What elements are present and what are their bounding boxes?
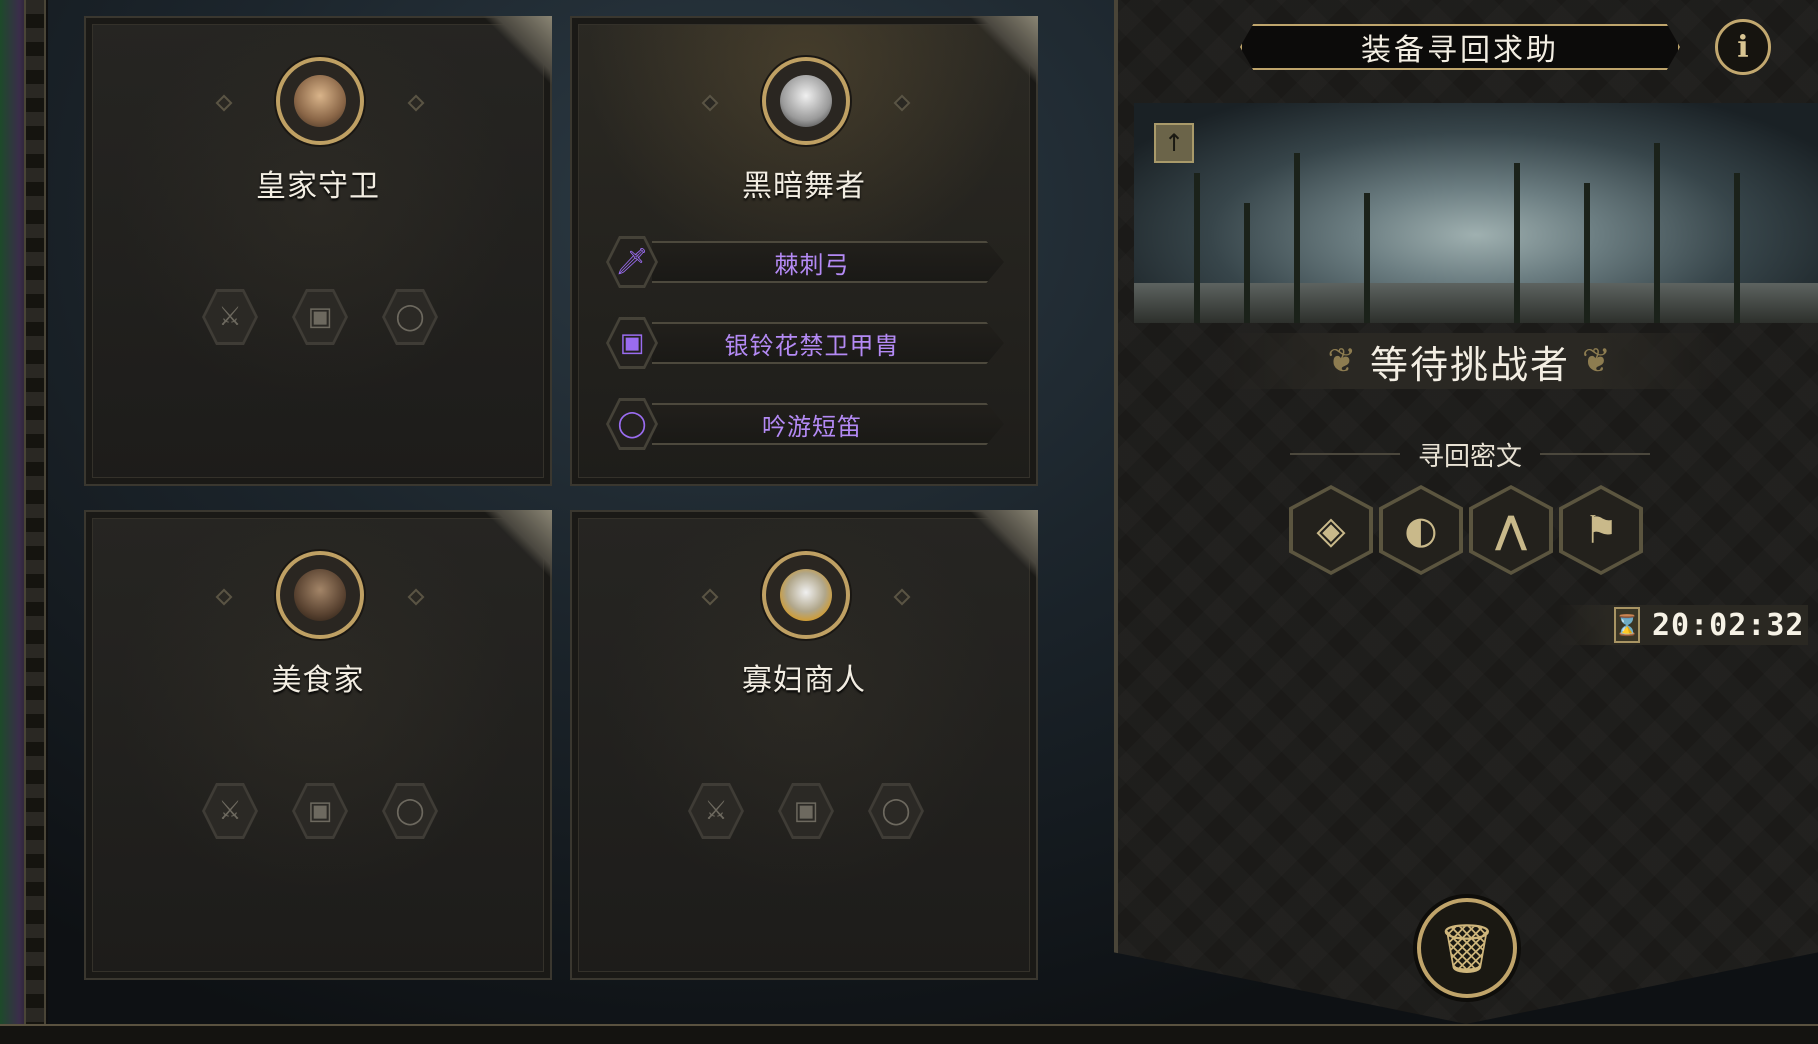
portrait-image <box>780 75 832 127</box>
diamond-ornament-left <box>701 94 719 112</box>
equipment-name: 棘刺弓 <box>774 250 850 279</box>
info-icon: i <box>1737 29 1749 65</box>
empty-accessory-slot[interactable]: ◯ <box>382 289 438 345</box>
armor-icon: ▣ <box>619 328 645 358</box>
left-decorative-border <box>0 0 48 1044</box>
scene-ground <box>1134 283 1818 323</box>
armor-icon: ▣ <box>307 796 333 826</box>
sword-icon: ⚔ <box>218 796 242 826</box>
diamond-ornament-right <box>407 588 425 606</box>
empty-armor-slot[interactable]: ▣ <box>292 783 348 839</box>
character-card-dark-dancer[interactable]: 黑暗舞者 🗡 棘刺弓 ▣ 银铃花禁卫甲胄 ◯ 吟游短笛 <box>570 16 1038 486</box>
equipment-row-armor[interactable]: ▣ 银铃花禁卫甲胄 <box>606 317 1006 369</box>
diamond-ornament-right <box>893 94 911 112</box>
equipment-icon-frame: ▣ <box>606 317 658 369</box>
character-name: 寡妇商人 <box>742 663 866 698</box>
page-fold-corner <box>968 16 1038 86</box>
hourglass-icon: ⌛ <box>1614 607 1640 643</box>
diamond-ornament-left <box>215 94 233 112</box>
ring-icon: ◯ <box>617 409 647 439</box>
divider-line <box>1289 453 1400 455</box>
delete-button[interactable]: 🗑 <box>1417 898 1517 998</box>
trash-icon: 🗑 <box>1436 920 1498 977</box>
diamond-ornament-left <box>215 588 233 606</box>
empty-weapon-slot[interactable]: ⚔ <box>688 783 744 839</box>
scene-plant <box>1244 203 1250 323</box>
character-name: 皇家守卫 <box>256 169 380 204</box>
avatar <box>762 551 850 639</box>
portrait-image <box>294 75 346 127</box>
page-fold-corner <box>968 510 1038 580</box>
empty-weapon-slot[interactable]: ⚔ <box>202 783 258 839</box>
timer-value: 20:02:32 <box>1652 607 1805 643</box>
character-name: 黑暗舞者 <box>742 169 866 204</box>
divider-line <box>1540 453 1650 455</box>
info-button[interactable]: i <box>1715 19 1771 75</box>
character-card-widow-merchant[interactable]: 寡妇商人 ⚔ ▣ ◯ <box>570 510 1038 980</box>
equipment-name: 银铃花禁卫甲胄 <box>724 331 900 360</box>
panel-title-frame: 装备寻回求助 <box>1240 24 1680 70</box>
empty-armor-slot[interactable]: ▣ <box>778 783 834 839</box>
empty-accessory-slot[interactable]: ◯ <box>868 783 924 839</box>
armor-icon: ▣ <box>307 302 333 332</box>
avatar <box>276 551 364 639</box>
ring-icon: ◯ <box>881 796 911 826</box>
diamond-ornament-left <box>701 588 719 606</box>
equipment-row-weapon[interactable]: 🗡 棘刺弓 <box>606 236 1006 288</box>
sword-icon: ⚔ <box>218 302 242 332</box>
sword-icon: 🗡 <box>615 247 649 277</box>
equipment-icon-frame: 🗡 <box>606 236 658 288</box>
location-scene-image: ↑ <box>1134 103 1818 323</box>
character-card-gourmet[interactable]: 美食家 ⚔ ▣ ◯ <box>84 510 552 980</box>
cipher-header: 寻回密文 <box>1280 437 1660 472</box>
scene-plant <box>1734 173 1740 323</box>
diamond-ornament-right <box>893 588 911 606</box>
character-card-royal-guard[interactable]: 皇家守卫 ⚔ ▣ ◯ <box>84 16 552 486</box>
ring-icon: ◯ <box>395 796 425 826</box>
cipher-label: 寻回密文 <box>1417 441 1522 472</box>
empty-armor-slot[interactable]: ▣ <box>292 289 348 345</box>
character-name: 美食家 <box>271 663 365 698</box>
equipment-row-accessory[interactable]: ◯ 吟游短笛 <box>606 398 1006 450</box>
status-banner: 等待挑战者 <box>1220 333 1720 389</box>
scene-plant <box>1194 173 1200 323</box>
scene-plant <box>1294 153 1300 323</box>
scene-plant <box>1364 193 1370 323</box>
portrait-image <box>780 569 832 621</box>
empty-accessory-slot[interactable]: ◯ <box>382 783 438 839</box>
equipment-name: 吟游短笛 <box>762 412 862 441</box>
scene-plant <box>1584 183 1590 323</box>
avatar <box>762 57 850 145</box>
ring-icon: ◯ <box>395 302 425 332</box>
status-text: 等待挑战者 <box>1369 342 1570 387</box>
portrait-image <box>294 569 346 621</box>
scene-plant <box>1654 143 1660 323</box>
diamond-ornament-right <box>407 94 425 112</box>
upload-button[interactable]: ↑ <box>1154 123 1194 163</box>
arrow-up-icon: ↑ <box>1163 129 1185 157</box>
scene-plant <box>1514 163 1520 323</box>
equipment-icon-frame: ◯ <box>606 398 658 450</box>
page-fold-corner <box>482 510 552 580</box>
bottom-decorative-border <box>0 1024 1818 1044</box>
countdown-timer: ⌛ 20:02:32 <box>1558 605 1808 645</box>
sword-icon: ⚔ <box>704 796 728 826</box>
empty-weapon-slot[interactable]: ⚔ <box>202 289 258 345</box>
armor-icon: ▣ <box>793 796 819 826</box>
page-fold-corner <box>482 16 552 86</box>
avatar <box>276 57 364 145</box>
panel-title: 装备寻回求助 <box>1361 33 1559 68</box>
